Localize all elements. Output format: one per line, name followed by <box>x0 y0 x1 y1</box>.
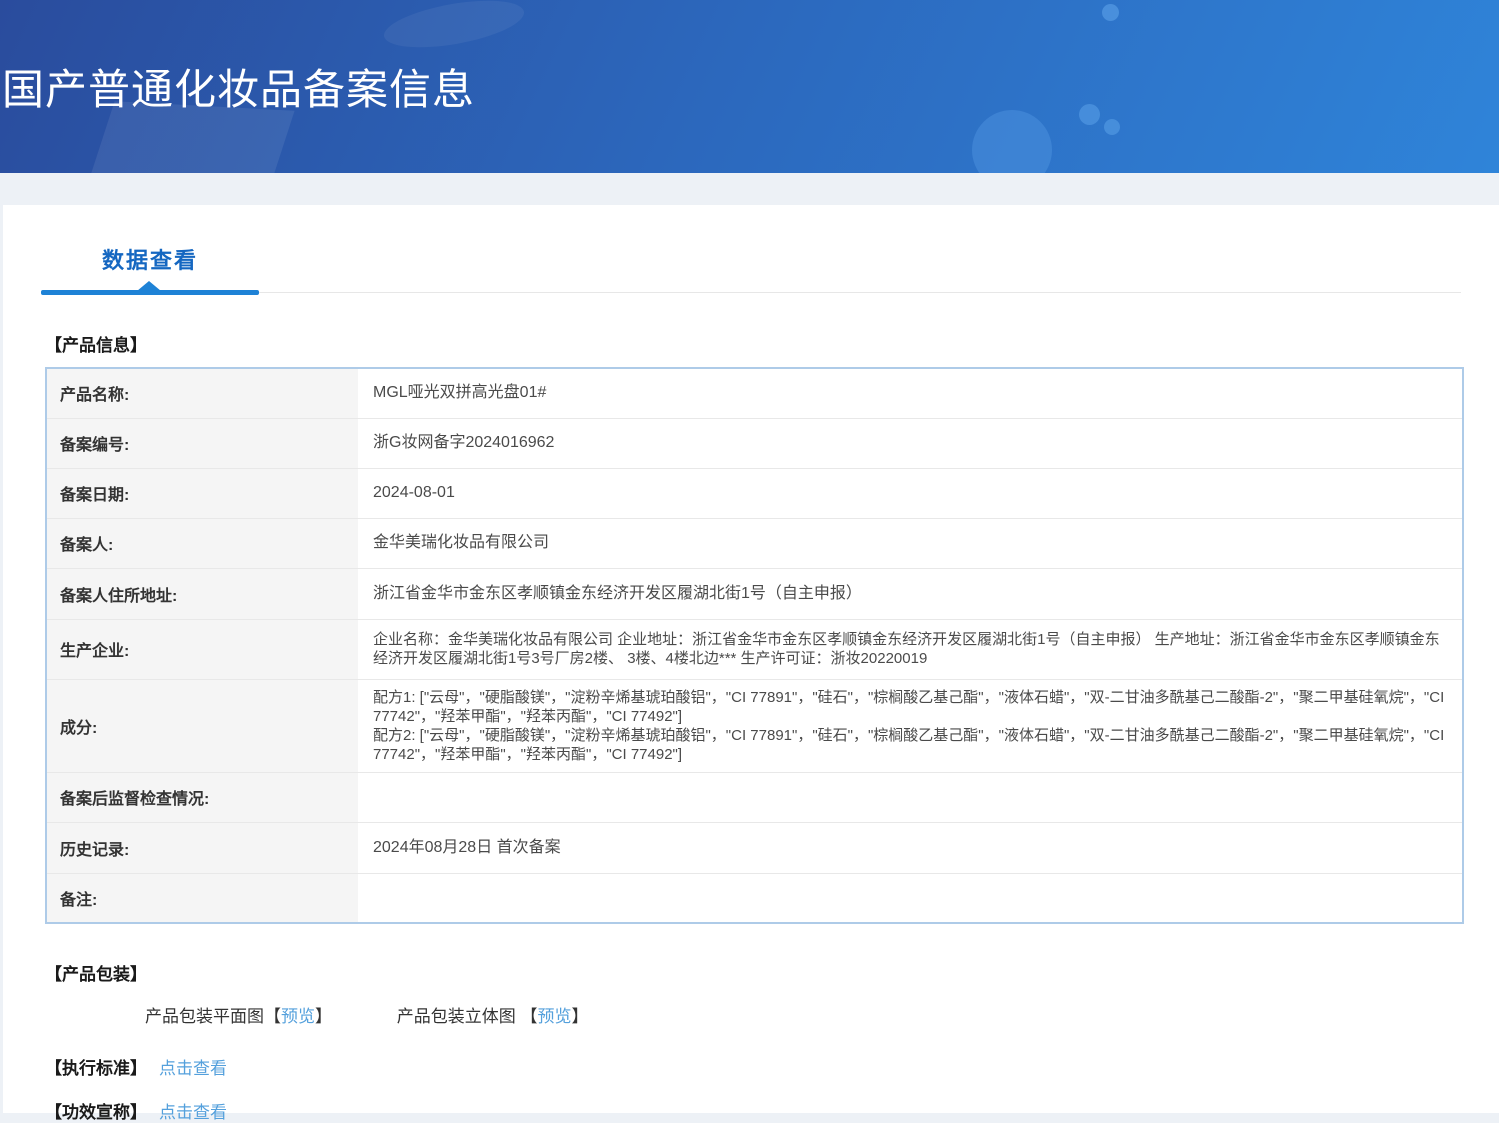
page-title: 国产普通化妆品备案信息 <box>2 66 476 113</box>
banner-decoration-circle <box>1104 119 1120 135</box>
packaging-flat-label: 产品包装平面图 <box>145 1007 264 1026</box>
standards-row: 【执行标准】 点击查看 <box>45 1054 1461 1079</box>
efficacy-label: 【功效宣称】 <box>45 1103 147 1122</box>
tab-divider <box>41 281 1461 295</box>
row-value: 浙江省金华市金东区孝顺镇金东经济开发区履湖北街1号（自主申报） <box>358 568 1463 620</box>
bracket-close: 】 <box>571 1007 589 1026</box>
row-value: MGL哑光双拼高光盘01# <box>358 368 1463 419</box>
row-label: 备案人: <box>46 518 358 569</box>
table-row-supervision-check: 备案后监督检查情况: <box>46 772 1463 823</box>
packaging-row: 产品包装平面图【预览】 产品包装立体图 【预览】 <box>145 1002 1461 1027</box>
content-card: 数据查看 【产品信息】 产品名称: MGL哑光双拼高光盘01# 备案编号: 浙G… <box>3 205 1499 1122</box>
row-value <box>358 772 1463 823</box>
table-row-registrant-address: 备案人住所地址: 浙江省金华市金东区孝顺镇金东经济开发区履湖北街1号（自主申报） <box>46 568 1463 620</box>
row-value: 2024-08-01 <box>358 468 1463 519</box>
row-label: 备案人住所地址: <box>46 568 358 620</box>
packaging-3d-label: 产品包装立体图 <box>396 1007 521 1026</box>
bracket-open: 【 <box>264 1007 281 1026</box>
active-tab-pointer-icon <box>137 281 161 291</box>
packaging-3d-item: 产品包装立体图 【预览】 <box>397 1002 589 1027</box>
row-value: 企业名称：金华美瑞化妆品有限公司 企业地址：浙江省金华市金东区孝顺镇金东经济开发… <box>358 619 1463 680</box>
packaging-section-title: 【产品包装】 <box>45 965 147 984</box>
row-label: 备案后监督检查情况: <box>46 772 358 823</box>
bracket-close: 】 <box>315 1007 332 1026</box>
banner-decoration-circle <box>972 110 1052 173</box>
packaging-flat-preview-link[interactable]: 预览 <box>281 1007 315 1026</box>
table-row-product-name: 产品名称: MGL哑光双拼高光盘01# <box>46 368 1463 419</box>
row-value <box>358 873 1463 923</box>
row-value: 浙G妆网备字2024016962 <box>358 418 1463 469</box>
row-value: 2024年08月28日 首次备案 <box>358 822 1463 874</box>
packaging-flat-item: 产品包装平面图【预览】 <box>145 1002 332 1027</box>
table-row-remarks: 备注: <box>46 873 1463 923</box>
row-label: 备案编号: <box>46 418 358 469</box>
table-row-record-number: 备案编号: 浙G妆网备字2024016962 <box>46 418 1463 469</box>
standards-view-link[interactable]: 点击查看 <box>159 1059 227 1078</box>
banner-decoration-ellipse <box>380 0 528 57</box>
table-row-ingredients: 成分: 配方1: ["云母"，"硬脂酸镁"，"淀粉辛烯基琥珀酸铝"，"CI 77… <box>46 679 1463 773</box>
efficacy-view-link[interactable]: 点击查看 <box>159 1103 227 1122</box>
row-value: 配方1: ["云母"，"硬脂酸镁"，"淀粉辛烯基琥珀酸铝"，"CI 77891"… <box>358 679 1463 773</box>
row-label: 成分: <box>46 679 358 773</box>
banner-decoration-circle <box>1102 4 1119 21</box>
page-banner: 国产普通化妆品备案信息 <box>0 0 1499 173</box>
row-label: 生产企业: <box>46 619 358 680</box>
product-info-table: 产品名称: MGL哑光双拼高光盘01# 备案编号: 浙G妆网备字20240169… <box>45 367 1464 924</box>
packaging-3d-preview-link[interactable]: 预览 <box>537 1007 571 1026</box>
row-value: 金华美瑞化妆品有限公司 <box>358 518 1463 569</box>
row-label: 产品名称: <box>46 368 358 419</box>
table-row-history: 历史记录: 2024年08月28日 首次备案 <box>46 822 1463 874</box>
table-row-registrant: 备案人: 金华美瑞化妆品有限公司 <box>46 518 1463 569</box>
table-row-record-date: 备案日期: 2024-08-01 <box>46 468 1463 519</box>
row-label: 备案日期: <box>46 468 358 519</box>
bracket-open: 【 <box>520 1007 538 1026</box>
row-label: 备注: <box>46 873 358 923</box>
table-row-manufacturer: 生产企业: 企业名称：金华美瑞化妆品有限公司 企业地址：浙江省金华市金东区孝顺镇… <box>46 619 1463 680</box>
banner-decoration-circle <box>1079 104 1100 125</box>
tab-bar: 数据查看 <box>41 205 1461 295</box>
product-info-section-title: 【产品信息】 <box>45 336 147 355</box>
row-label: 历史记录: <box>46 822 358 874</box>
standards-label: 【执行标准】 <box>45 1059 147 1078</box>
